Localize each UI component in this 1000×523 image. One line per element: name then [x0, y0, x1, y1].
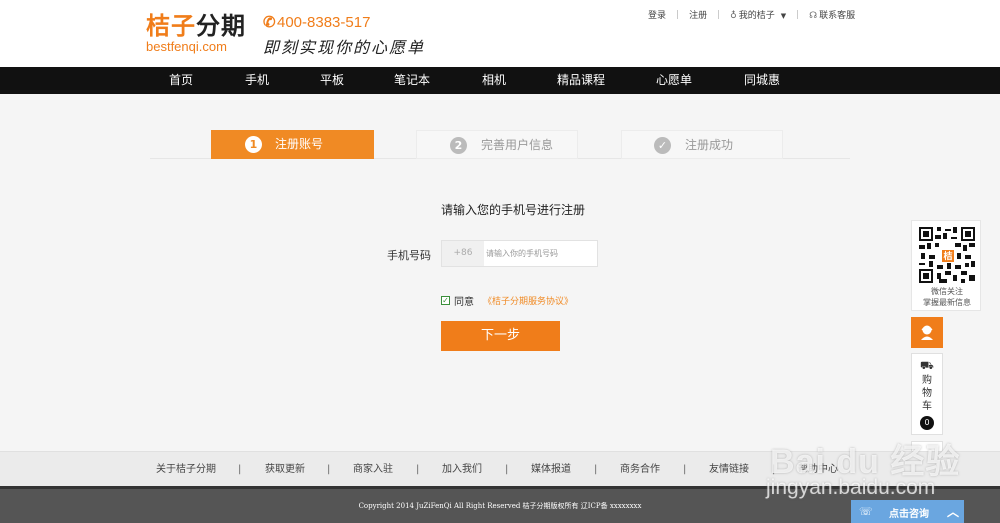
nav-item-local-deals[interactable]: 同城惠 [744, 67, 780, 94]
footer-separator: | [238, 464, 242, 475]
nav-item-laptop[interactable]: 笔记本 [394, 67, 430, 94]
nav-item-courses[interactable]: 精品课程 [557, 67, 605, 94]
footer-link-about[interactable]: 关于桔子分期 [156, 452, 216, 487]
site-header: 桔子分期 bestfenqi.com ✆400-8383-517 即刻实现你的心… [0, 0, 1000, 67]
agreement-link[interactable]: 《桔子分期服务协议》 [483, 294, 573, 307]
nav-item-wishlist[interactable]: 心愿单 [656, 67, 692, 94]
baidu-watermark: Bai du 经验 jingyan.baidu.com [752, 412, 992, 512]
login-link[interactable]: 登录 [648, 8, 666, 21]
agree-label: 同意 [454, 297, 474, 308]
footer-link-friends[interactable]: 友情链接 [709, 452, 749, 487]
next-step-button[interactable]: 下一步 [441, 321, 560, 351]
logo-cn-dark: 分期 [196, 12, 246, 40]
step-register-account: 1 注册账号 [211, 130, 374, 159]
wechat-qr-panel: 桔 微信关注 掌握最新信息 [911, 220, 981, 311]
main-nav: 首页 手机 平板 笔记本 相机 精品课程 心愿单 同城惠 [0, 67, 1000, 94]
logo-cn: 桔子分期 [146, 12, 246, 40]
footer-link-join[interactable]: 加入我们 [442, 452, 482, 487]
footer-link-merchants[interactable]: 商家入驻 [353, 452, 393, 487]
cart-label: 购物车 [922, 375, 932, 412]
footer-link-updates[interactable]: 获取更新 [265, 452, 305, 487]
headset-icon: ☊ [809, 11, 818, 21]
my-juzi-label: 我的桔子 [738, 11, 775, 21]
step-success: ✓ 注册成功 [621, 130, 783, 159]
cart-icon: ⛟ [920, 359, 934, 372]
agree-checkbox[interactable]: ✓ [441, 296, 450, 305]
step-number: 2 [450, 137, 467, 154]
nav-item-camera[interactable]: 相机 [482, 67, 506, 94]
step-complete-info: 2 完善用户信息 [416, 130, 578, 159]
step-label: 完善用户信息 [481, 138, 554, 152]
nav-item-phone[interactable]: 手机 [245, 67, 269, 94]
qr-caption-2: 掌握最新信息 [923, 298, 971, 307]
top-link-separator: | [676, 9, 680, 20]
logo-cn-orange: 桔子 [146, 12, 196, 40]
country-code: +86 [442, 241, 484, 266]
customer-service-button[interactable] [911, 317, 943, 348]
slogan: 即刻实现你的心愿单 [263, 38, 426, 57]
footer-separator: | [416, 464, 420, 475]
form-title: 请输入您的手机号进行注册 [441, 203, 586, 217]
hotline: ✆400-8383-517 [263, 14, 370, 32]
register-link[interactable]: 注册 [689, 8, 707, 21]
chat-icon: ☏ [859, 505, 873, 518]
phone-input[interactable] [485, 241, 597, 266]
watermark-url: jingyan.baidu.com [766, 476, 936, 499]
agreement-row: ✓ 同意 《桔子分期服务协议》 [441, 293, 573, 308]
step-label: 注册账号 [275, 137, 324, 151]
online-consult-button[interactable]: ☏ 点击咨询 ︿ [851, 500, 964, 523]
site-logo[interactable]: 桔子分期 bestfenqi.com [146, 12, 246, 54]
service-avatar-icon [921, 325, 933, 340]
phone-field: +86 [441, 240, 598, 267]
qr-caption-1: 微信关注 [931, 287, 963, 296]
phone-label: 手机号码 [387, 249, 431, 262]
top-link-separator: | [717, 9, 721, 20]
contact-link[interactable]: ☊ 联系客服 [809, 8, 855, 21]
footer-link-business[interactable]: 商务合作 [620, 452, 660, 487]
top-links: 登录 | 注册 | ♁ 我的桔子 ▼ | ☊ 联系客服 [648, 8, 855, 22]
check-icon: ✓ [654, 137, 671, 154]
my-juzi-menu[interactable]: ♁ 我的桔子 ▼ [730, 8, 786, 21]
footer-separator: | [505, 464, 509, 475]
chevron-down-icon: ▼ [780, 12, 787, 20]
footer-separator: | [327, 464, 331, 475]
logo-domain: bestfenqi.com [146, 39, 227, 54]
contact-label: 联系客服 [819, 11, 856, 21]
nav-item-home[interactable]: 首页 [169, 67, 193, 94]
nav-item-tablet[interactable]: 平板 [320, 67, 344, 94]
footer-separator: | [683, 464, 687, 475]
top-link-separator: | [796, 9, 800, 20]
footer-separator: | [594, 464, 598, 475]
chevron-up-icon: ︿ [947, 505, 960, 519]
step-number: 1 [245, 136, 262, 153]
footer-link-media[interactable]: 媒体报道 [531, 452, 571, 487]
hotline-number: 400-8383-517 [277, 14, 371, 31]
consult-label: 点击咨询 [889, 509, 929, 520]
phone-icon: ✆ [263, 14, 276, 31]
step-label: 注册成功 [685, 138, 734, 152]
qr-brand-logo: 桔 [941, 249, 955, 263]
user-icon: ♁ [730, 11, 737, 21]
